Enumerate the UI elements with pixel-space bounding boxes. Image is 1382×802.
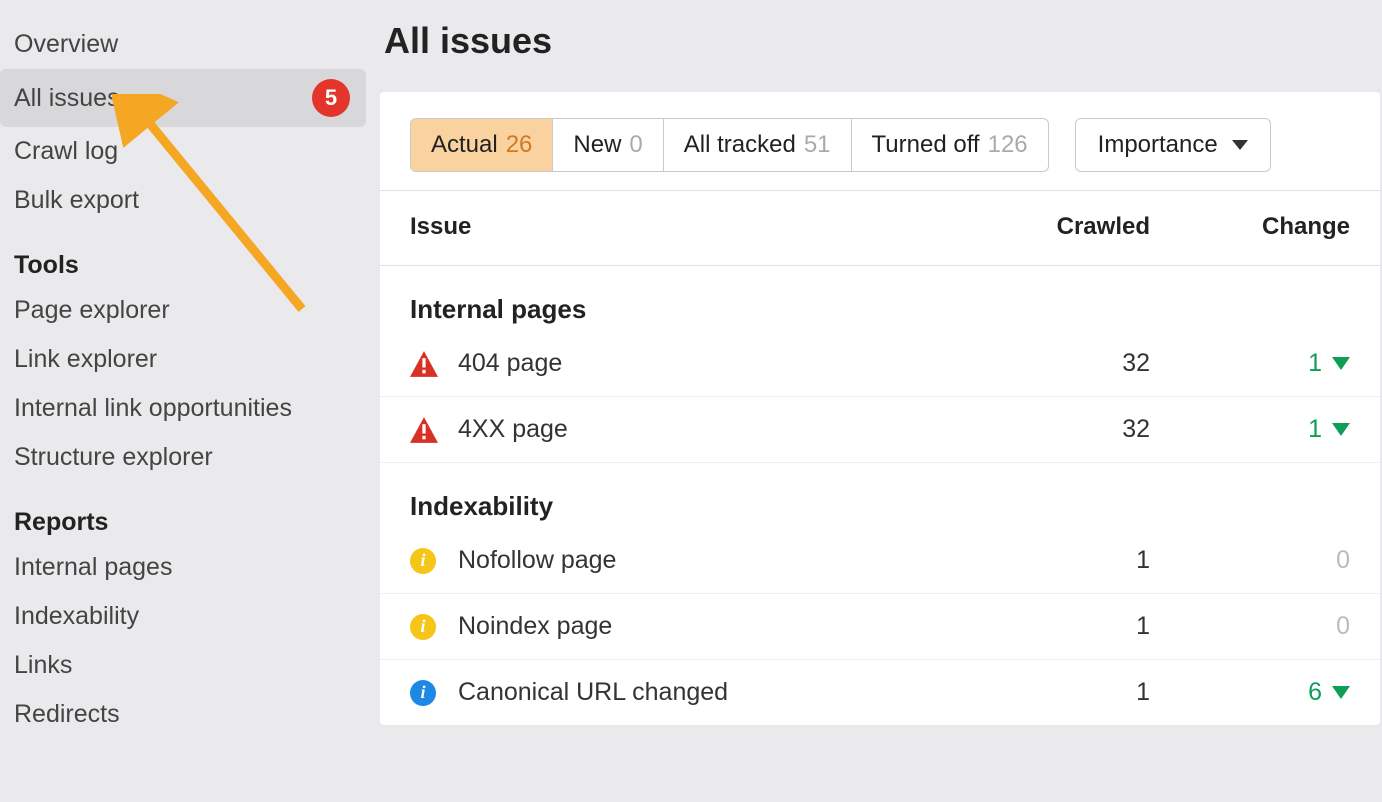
sidebar-item-label: Internal link opportunities: [14, 394, 292, 423]
section-title: Indexability: [380, 463, 1380, 528]
sidebar-item-overview[interactable]: Overview: [0, 20, 380, 69]
trend-down-icon: [1332, 423, 1350, 436]
sidebar-item-crawl-log[interactable]: Crawl log: [0, 127, 380, 176]
sidebar-item-label: Structure explorer: [14, 443, 213, 472]
error-triangle-icon: [410, 417, 438, 443]
importance-dropdown[interactable]: Importance: [1075, 118, 1271, 172]
col-crawled: Crawled: [950, 213, 1150, 241]
segment-label: Actual: [431, 131, 498, 159]
change-value: 1: [1150, 415, 1350, 444]
sidebar-item-label: Page explorer: [14, 296, 170, 325]
crawled-value: 32: [950, 415, 1150, 444]
sidebar-item-label: Indexability: [14, 602, 139, 631]
table-row[interactable]: i Canonical URL changed 1 6: [380, 660, 1380, 725]
sidebar-item-page-explorer[interactable]: Page explorer: [0, 286, 380, 335]
issue-name: Nofollow page: [458, 546, 950, 575]
segment-count: 0: [629, 131, 642, 159]
issue-name: Canonical URL changed: [458, 678, 950, 707]
sidebar: Overview All issues 5 Crawl log Bulk exp…: [0, 0, 380, 802]
info-icon: i: [410, 680, 436, 706]
sidebar-item-internal-link-opportunities[interactable]: Internal link opportunities: [0, 384, 380, 433]
sidebar-item-bulk-export[interactable]: Bulk export: [0, 176, 380, 225]
sidebar-item-label: All issues: [14, 84, 120, 113]
crawled-value: 1: [950, 678, 1150, 707]
issue-name: 404 page: [458, 349, 950, 378]
sidebar-item-indexability[interactable]: Indexability: [0, 592, 380, 641]
segment-new[interactable]: New 0: [553, 119, 663, 171]
sidebar-item-label: Crawl log: [14, 137, 118, 166]
crawled-value: 1: [950, 546, 1150, 575]
sidebar-item-links[interactable]: Links: [0, 641, 380, 690]
sidebar-item-label: Overview: [14, 30, 118, 59]
section-title: Internal pages: [380, 266, 1380, 331]
sidebar-item-all-issues[interactable]: All issues 5: [0, 69, 366, 127]
segment-all-tracked[interactable]: All tracked 51: [664, 119, 852, 171]
badge-count: 5: [312, 79, 350, 117]
segment-count: 51: [804, 131, 831, 159]
segment-count: 126: [988, 131, 1028, 159]
col-issue: Issue: [410, 213, 950, 241]
segment-group: Actual 26 New 0 All tracked 51 Turned of…: [410, 118, 1049, 172]
table-row[interactable]: 404 page 32 1: [380, 331, 1380, 397]
change-value: 6: [1150, 678, 1350, 707]
sidebar-item-internal-pages[interactable]: Internal pages: [0, 543, 380, 592]
segment-actual[interactable]: Actual 26: [411, 119, 553, 171]
segment-count: 26: [506, 131, 533, 159]
segment-label: All tracked: [684, 131, 796, 159]
sidebar-item-redirects[interactable]: Redirects: [0, 690, 380, 739]
sidebar-item-structure-explorer[interactable]: Structure explorer: [0, 433, 380, 482]
change-value: 0: [1150, 546, 1350, 575]
filters-bar: Actual 26 New 0 All tracked 51 Turned of…: [380, 92, 1380, 191]
table-row[interactable]: i Nofollow page 1 0: [380, 528, 1380, 594]
segment-label: Turned off: [872, 131, 980, 159]
segment-label: New: [573, 131, 621, 159]
change-value: 1: [1150, 349, 1350, 378]
issues-card: Actual 26 New 0 All tracked 51 Turned of…: [380, 92, 1380, 725]
error-triangle-icon: [410, 351, 438, 377]
trend-down-icon: [1332, 686, 1350, 699]
sidebar-item-link-explorer[interactable]: Link explorer: [0, 335, 380, 384]
sidebar-item-label: Link explorer: [14, 345, 157, 374]
sidebar-item-label: Internal pages: [14, 553, 172, 582]
issue-name: Noindex page: [458, 612, 950, 641]
main: All issues Actual 26 New 0 All tracked 5…: [380, 0, 1382, 802]
table-row[interactable]: 4XX page 32 1: [380, 397, 1380, 463]
trend-down-icon: [1332, 357, 1350, 370]
warning-info-icon: i: [410, 614, 436, 640]
chevron-down-icon: [1232, 140, 1248, 150]
sidebar-item-label: Bulk export: [14, 186, 139, 215]
sidebar-header-tools: Tools: [0, 225, 380, 286]
segment-turned-off[interactable]: Turned off 126: [852, 119, 1048, 171]
table-header: Issue Crawled Change: [380, 191, 1380, 266]
issue-name: 4XX page: [458, 415, 950, 444]
importance-label: Importance: [1098, 131, 1218, 159]
crawled-value: 32: [950, 349, 1150, 378]
sidebar-item-label: Redirects: [14, 700, 120, 729]
crawled-value: 1: [950, 612, 1150, 641]
page-title: All issues: [380, 20, 1382, 62]
col-change: Change: [1150, 213, 1350, 241]
sidebar-header-reports: Reports: [0, 482, 380, 543]
change-value: 0: [1150, 612, 1350, 641]
warning-info-icon: i: [410, 548, 436, 574]
sidebar-item-label: Links: [14, 651, 72, 680]
table-row[interactable]: i Noindex page 1 0: [380, 594, 1380, 660]
